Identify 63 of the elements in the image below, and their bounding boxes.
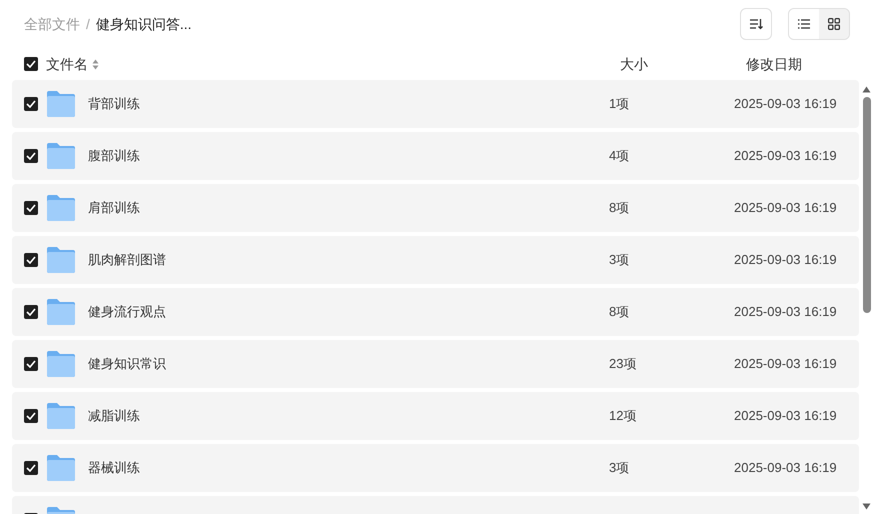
select-all-checkbox[interactable] bbox=[24, 57, 38, 71]
row-checkbox[interactable] bbox=[24, 253, 38, 267]
folder-name[interactable]: 腹部训练 bbox=[88, 146, 609, 166]
folder-row[interactable]: 健身流行观点 8项 2025-09-03 16:19 bbox=[12, 288, 859, 336]
item-count: 3项 bbox=[609, 251, 630, 270]
column-header[interactable]: 文件名 bbox=[46, 54, 88, 74]
scroll-down-icon[interactable] bbox=[862, 503, 871, 510]
sort-toggle-icon[interactable] bbox=[92, 58, 99, 70]
modified-date: 2025-09-03 16:19 bbox=[734, 303, 837, 322]
folder-icon bbox=[46, 454, 76, 482]
scrollbar-thumb[interactable] bbox=[862, 97, 870, 313]
modified-date: 2025-09-03 16:19 bbox=[734, 199, 837, 218]
folder-icon bbox=[46, 194, 76, 222]
item-count: 8项 bbox=[609, 303, 630, 322]
folder-row[interactable]: 肌肉解剖图谱 3项 2025-09-03 16:19 bbox=[12, 236, 859, 284]
breadcrumb-separator: / bbox=[86, 14, 90, 34]
row-checkbox[interactable] bbox=[24, 357, 38, 371]
current-folder: 健身知识问答... bbox=[96, 14, 192, 34]
folder-row[interactable]: 腹部训练 4项 2025-09-03 16:19 bbox=[12, 132, 859, 180]
folder-icon bbox=[46, 350, 76, 378]
row-checkbox[interactable] bbox=[24, 201, 38, 215]
item-count: 1项 bbox=[609, 95, 630, 114]
folder-row[interactable]: 肩部训练 8项 2025-09-03 16:19 bbox=[12, 184, 859, 232]
folder-name[interactable]: 器械训练 bbox=[88, 458, 609, 478]
list-icon bbox=[798, 19, 810, 29]
folder-name[interactable]: 减脂训练 bbox=[88, 406, 609, 426]
item-count: 8项 bbox=[609, 199, 630, 218]
modified-date: 2025-09-03 16:19 bbox=[734, 355, 837, 374]
column-header[interactable]: 修改日期 bbox=[746, 54, 802, 74]
row-checkbox[interactable] bbox=[24, 305, 38, 319]
item-count: 3项 bbox=[609, 459, 630, 478]
folder-name[interactable]: 肩部训练 bbox=[88, 198, 609, 218]
folder-name[interactable]: 健身知识常识 bbox=[88, 354, 609, 374]
folder-name[interactable]: 健身流行观点 bbox=[88, 302, 609, 322]
scroll-up-icon[interactable] bbox=[862, 86, 871, 93]
row-checkbox[interactable] bbox=[24, 461, 38, 475]
folder-row[interactable]: 背部训练 1项 2025-09-03 16:19 bbox=[12, 80, 859, 128]
modified-date: 2025-09-03 16:19 bbox=[734, 147, 837, 166]
item-count: 4项 bbox=[609, 147, 630, 166]
row-checkbox[interactable] bbox=[24, 409, 38, 423]
list-view-button[interactable] bbox=[789, 9, 819, 39]
folder-name[interactable]: 背部训练 bbox=[88, 94, 609, 114]
folder-icon bbox=[46, 298, 76, 326]
item-count: 23项 bbox=[609, 355, 638, 374]
modified-date: 2025-09-03 16:19 bbox=[734, 407, 837, 426]
modified-date: 2025-09-03 16:19 bbox=[734, 251, 837, 270]
folder-row[interactable]: 健身知识常识 23项 2025-09-03 16:19 bbox=[12, 340, 859, 388]
folder-icon bbox=[46, 142, 76, 170]
sort-button[interactable] bbox=[740, 8, 772, 40]
folder-name[interactable]: 肌肉解剖图谱 bbox=[88, 250, 609, 270]
sort-icon bbox=[749, 18, 763, 30]
grid-icon bbox=[828, 18, 840, 30]
modified-date: 2025-09-03 16:19 bbox=[734, 95, 837, 114]
folder-row[interactable]: 减脂训练 12项 2025-09-03 16:19 bbox=[12, 392, 859, 440]
item-count: 12项 bbox=[609, 407, 638, 426]
folder-icon bbox=[46, 90, 76, 118]
folder-icon bbox=[46, 402, 76, 430]
folder-row[interactable]: 器械训练 3项 2025-09-03 16:19 bbox=[12, 444, 859, 492]
column-header[interactable]: 大小 bbox=[620, 54, 746, 74]
row-checkbox[interactable] bbox=[24, 149, 38, 163]
folder-icon bbox=[46, 246, 76, 274]
row-checkbox[interactable] bbox=[24, 97, 38, 111]
modified-date: 2025-09-03 16:19 bbox=[734, 459, 837, 478]
